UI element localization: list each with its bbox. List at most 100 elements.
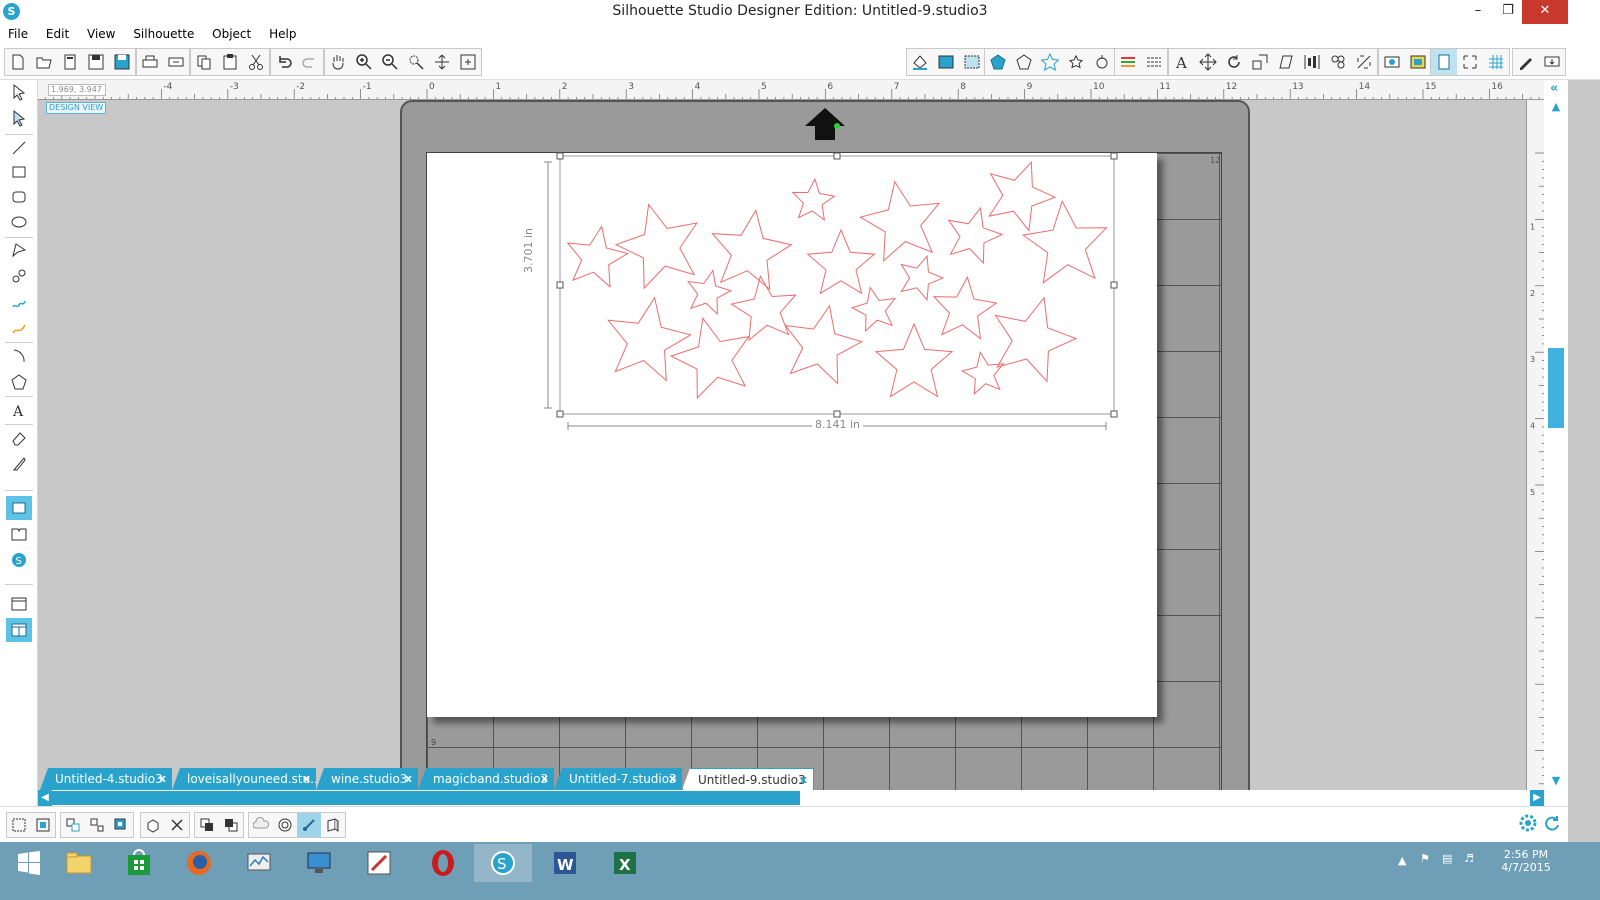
text-tool-icon[interactable]: A — [6, 398, 32, 422]
star-shape[interactable] — [947, 206, 1004, 265]
star-shape[interactable] — [932, 275, 998, 340]
rotate-icon[interactable] — [1221, 49, 1247, 75]
fill-color-icon[interactable] — [907, 49, 933, 75]
horizontal-scroll-thumb[interactable] — [52, 791, 800, 805]
menu-file[interactable]: File — [0, 24, 35, 44]
offset-bottom-icon[interactable] — [273, 813, 297, 837]
grid-icon[interactable] — [1483, 49, 1509, 75]
group-icon[interactable] — [61, 813, 85, 837]
replicate-panel-icon[interactable] — [1325, 49, 1351, 75]
star-shape[interactable] — [607, 296, 692, 382]
line-color-icon[interactable] — [1115, 49, 1141, 75]
remote-desktop-icon[interactable] — [290, 844, 348, 882]
edit-points-icon[interactable] — [6, 106, 32, 130]
align-icon[interactable] — [1299, 49, 1325, 75]
deselect-all-icon[interactable] — [31, 813, 55, 837]
shear-icon[interactable] — [1273, 49, 1299, 75]
weld-icon[interactable] — [249, 813, 273, 837]
tab-magicband[interactable]: magicband.studio3 x — [418, 768, 554, 790]
delete-icon[interactable] — [165, 813, 189, 837]
tab-untitled-4[interactable]: Untitled-4.studio3 x — [40, 768, 172, 790]
file-explorer-icon[interactable] — [50, 844, 108, 882]
send-to-cut-icon[interactable] — [1539, 49, 1565, 75]
close-tab-icon[interactable]: x — [159, 768, 166, 790]
print-icon[interactable] — [137, 49, 163, 75]
resize-handle[interactable] — [1110, 152, 1118, 160]
tab-loveisallyouneed[interactable]: loveisallyouneed.stu... x — [172, 768, 316, 790]
star-shape[interactable] — [711, 209, 793, 291]
text-style-icon[interactable]: A — [1169, 49, 1195, 75]
star-shape[interactable] — [994, 296, 1078, 383]
save-to-library-icon[interactable] — [109, 49, 135, 75]
star-shape[interactable] — [806, 228, 876, 295]
system-clock[interactable]: 2:56 PM 4/7/2015 — [1494, 848, 1558, 874]
fill-pattern-icon[interactable] — [959, 49, 985, 75]
silhouette-studio-taskbar-icon[interactable]: S — [474, 844, 532, 882]
menu-silhouette[interactable]: Silhouette — [126, 24, 201, 44]
library-view-icon[interactable] — [6, 522, 32, 546]
zoom-select-icon[interactable] — [403, 49, 429, 75]
fill-gradient-icon[interactable] — [933, 49, 959, 75]
smooth-freehand-tool-icon[interactable] — [6, 316, 32, 340]
rectangle-tool-icon[interactable] — [6, 160, 32, 184]
replicate-icon[interactable] — [1089, 49, 1115, 75]
design-canvas[interactable]: DESIGN VIEW 12 9 8.141 in 3.701 in — [38, 100, 1526, 790]
select-all-icon[interactable] — [7, 813, 31, 837]
scale-icon[interactable] — [1247, 49, 1273, 75]
restore-icon[interactable]: ❐ — [1492, 0, 1524, 24]
send-to-silhouette-icon[interactable] — [163, 49, 189, 75]
split-panel-view-icon[interactable] — [6, 618, 32, 642]
zoom-in-icon[interactable] — [351, 49, 377, 75]
make-compound-path-icon[interactable] — [109, 813, 133, 837]
paste-icon[interactable] — [217, 49, 243, 75]
line-tool-icon[interactable] — [6, 136, 32, 160]
registration-marks-icon[interactable] — [1457, 49, 1483, 75]
menu-view[interactable]: View — [80, 24, 122, 44]
zoom-out-icon[interactable] — [377, 49, 403, 75]
menu-edit[interactable]: Edit — [39, 24, 76, 44]
star-shape[interactable] — [1021, 199, 1108, 284]
star-shape[interactable] — [669, 316, 750, 400]
open-library-icon[interactable] — [57, 49, 83, 75]
performance-monitor-icon[interactable] — [230, 844, 288, 882]
menu-object[interactable]: Object — [205, 24, 258, 44]
close-tab-icon[interactable]: x — [800, 769, 807, 790]
duplicate-icon[interactable] — [141, 813, 165, 837]
paint-app-icon[interactable] — [350, 844, 408, 882]
settings-gear-icon[interactable] — [1518, 813, 1538, 833]
resize-handle[interactable] — [556, 152, 564, 160]
undo-icon[interactable] — [271, 49, 297, 75]
menu-help[interactable]: Help — [262, 24, 303, 44]
freehand-tool-icon[interactable] — [6, 290, 32, 314]
collapse-panel-icon[interactable]: « — [1550, 82, 1564, 96]
save-icon[interactable] — [83, 49, 109, 75]
store-icon[interactable] — [1405, 49, 1431, 75]
microsoft-word-icon[interactable]: W — [536, 844, 594, 882]
close-tab-icon[interactable]: x — [541, 768, 548, 790]
pan-hand-icon[interactable] — [325, 49, 351, 75]
shape-pentagon-icon[interactable] — [985, 49, 1011, 75]
page-setup-icon[interactable] — [1431, 49, 1457, 75]
rounded-rectangle-tool-icon[interactable] — [6, 185, 32, 209]
offset-icon[interactable] — [1037, 49, 1063, 75]
eraser-tool-icon[interactable] — [6, 426, 32, 450]
vertical-scroll-thumb[interactable] — [1548, 348, 1564, 428]
star-shape[interactable] — [850, 286, 897, 333]
open-folder-icon[interactable] — [31, 49, 57, 75]
regular-polygon-tool-icon[interactable] — [6, 370, 32, 394]
tab-wine[interactable]: wine.studio3 x — [316, 768, 418, 790]
send-to-back-icon[interactable] — [219, 813, 243, 837]
windows-store-icon[interactable] — [110, 844, 168, 882]
star-shape[interactable] — [960, 351, 1005, 395]
single-panel-view-icon[interactable] — [6, 592, 32, 616]
curve-tool-icon[interactable] — [6, 264, 32, 288]
volume-icon[interactable]: ♬ — [1464, 852, 1474, 865]
star-shape[interactable] — [730, 275, 797, 342]
resize-handle[interactable] — [1110, 410, 1118, 418]
star-shape[interactable] — [566, 225, 629, 288]
arc-tool-icon[interactable] — [6, 344, 32, 368]
scroll-up-icon[interactable]: ▲ — [1549, 100, 1563, 114]
fit-to-page-icon[interactable] — [455, 49, 481, 75]
resize-handle[interactable] — [556, 410, 564, 418]
ungroup-icon[interactable] — [85, 813, 109, 837]
